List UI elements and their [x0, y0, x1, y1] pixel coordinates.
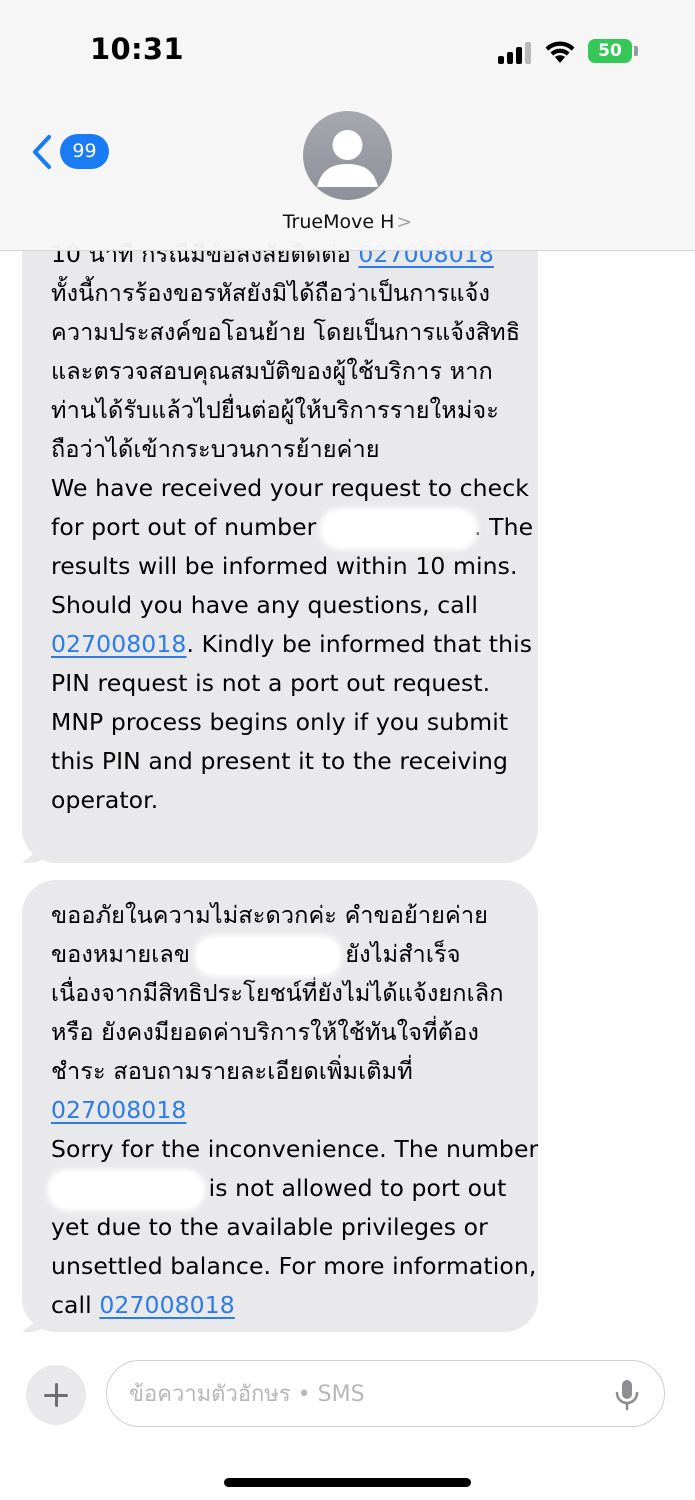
- message-input[interactable]: [129, 1375, 589, 1413]
- message-line: Should you have any questions, call: [51, 586, 531, 625]
- message-text-run: results will be informed within 10 mins.: [51, 552, 518, 580]
- message-line: หรือ ยังคงมียอดค่าบริการให้ใช้ทันใจที่ต้…: [51, 1013, 531, 1052]
- message-input-container[interactable]: [106, 1360, 665, 1427]
- message-line: is not allowed to port out: [51, 1169, 531, 1208]
- message-text-run: . Kindly be informed that this: [186, 630, 533, 658]
- message-line: เนื่องจากมีสิทธิประโยชน์ที่ยังไม่ได้แจ้ง…: [51, 974, 531, 1013]
- message-text-run: เนื่องจากมีสิทธิประโยชน์ที่ยังไม่ได้แจ้ง…: [51, 979, 504, 1007]
- plus-icon[interactable]: [26, 1365, 86, 1425]
- phone-link[interactable]: 027008018: [99, 1291, 234, 1319]
- message-line: ความประสงค์ขอโอนย้าย โดยเป็นการแจ้งสิทธิ: [51, 313, 531, 352]
- contact-avatar-icon[interactable]: [303, 111, 392, 200]
- message-text-run: this PIN and present it to the receiving: [51, 747, 509, 775]
- message-text-run: ท่านได้รับแล้วไปยื่นต่อผู้ให้บริการรายให…: [51, 396, 500, 424]
- message-text-run: Should you have any questions, call: [51, 591, 479, 619]
- redacted-number: [51, 1172, 201, 1207]
- message-line: this PIN and present it to the receiving: [51, 742, 531, 781]
- message-line: operator.: [51, 781, 531, 820]
- message-text-run: ยังไม่สำเร็จ: [337, 940, 461, 968]
- message-line: ทั้งนี้การร้องขอรหัสยังมิได้ถือว่าเป็นกา…: [51, 274, 531, 313]
- message-text-run: Sorry for the inconvenience. The number: [51, 1135, 539, 1163]
- conversation-header: 10:31 50 99 TrueMove H >: [0, 0, 695, 251]
- cellular-signal-icon: [498, 42, 534, 64]
- message-line: ของหมายเลข ยังไม่สำเร็จ: [51, 935, 531, 974]
- message-line: We have received your request to check: [51, 469, 531, 508]
- battery-cap: [634, 46, 638, 56]
- message-text-run: ของหมายเลข: [51, 940, 198, 968]
- message-text-run: MNP process begins only if you submit: [51, 708, 509, 736]
- message-line: 027008018. Kindly be informed that this: [51, 625, 533, 664]
- chevron-right-icon: >: [396, 211, 413, 233]
- message-text-run: is not allowed to port out: [201, 1174, 507, 1202]
- message-text-run: unsettled balance. For more information,: [51, 1252, 537, 1280]
- message-line: PIN request is not a port out request.: [51, 664, 531, 703]
- message-line: unsettled balance. For more information,: [51, 1247, 536, 1286]
- back-chevron-icon[interactable]: [30, 134, 54, 170]
- redacted-number: [324, 511, 474, 546]
- message-text-run: ความประสงค์ขอโอนย้าย โดยเป็นการแจ้งสิทธิ: [51, 318, 521, 346]
- phone-link[interactable]: 027008018: [51, 1096, 186, 1124]
- message-line: ถือว่าได้เข้ากระบวนการย้ายค่าย: [51, 430, 531, 469]
- message-line: ท่านได้รับแล้วไปยื่นต่อผู้ให้บริการรายให…: [51, 391, 531, 430]
- message-text-run: ทั้งนี้การร้องขอรหัสยังมิได้ถือว่าเป็นกา…: [51, 279, 491, 307]
- redacted-number: [197, 938, 338, 973]
- message-line: 027008018: [51, 1091, 531, 1130]
- message-line: Sorry for the inconvenience. The number: [51, 1130, 538, 1169]
- battery-level: 50: [598, 41, 622, 61]
- unread-badge[interactable]: 99: [60, 134, 109, 169]
- message-line: ชำระ สอบถามรายละเอียดเพิ่มเติมที่: [51, 1052, 531, 1091]
- message-text-run: . The: [474, 513, 534, 541]
- message-text-run: for port out of number: [51, 513, 324, 541]
- status-time: 10:31: [90, 32, 184, 66]
- message-line: ขออภัยในความไม่สะดวกค่ะ คำขอย้ายค่าย: [51, 896, 531, 935]
- wifi-icon: [545, 41, 575, 63]
- message-1-text: 10 นาที กรณีมีข้อสงสัยติดต่อ 027008018 ทั…: [51, 235, 534, 820]
- message-line: for port out of number . The: [51, 508, 534, 547]
- message-text-run: We have received your request to check: [51, 474, 529, 502]
- phone-link[interactable]: 027008018: [51, 630, 186, 658]
- microphone-icon[interactable]: [614, 1379, 640, 1411]
- message-bubble-1[interactable]: 10 นาที กรณีมีข้อสงสัยติดต่อ 027008018 ทั…: [22, 196, 538, 863]
- message-line: call 027008018: [51, 1286, 531, 1325]
- message-text-run: ขออภัยในความไม่สะดวกค่ะ คำขอย้ายค่าย: [51, 901, 488, 929]
- message-text-run: yet due to the available privileges or: [51, 1213, 488, 1241]
- message-line: yet due to the available privileges or: [51, 1208, 531, 1247]
- message-bubble-2[interactable]: ขออภัยในความไม่สะดวกค่ะ คำขอย้ายค่ายของห…: [22, 880, 538, 1332]
- contact-name-label: TrueMove H: [282, 211, 395, 233]
- message-line: MNP process begins only if you submit: [51, 703, 531, 742]
- message-text-run: ถือว่าได้เข้ากระบวนการย้ายค่าย: [51, 435, 380, 463]
- message-line: และตรวจสอบคุณสมบัติของผู้ใช้บริการ หาก: [51, 352, 531, 391]
- message-text-run: และตรวจสอบคุณสมบัติของผู้ใช้บริการ หาก: [51, 357, 493, 385]
- message-text-run: PIN request is not a port out request.: [51, 669, 491, 697]
- message-line: results will be informed within 10 mins.: [51, 547, 531, 586]
- message-text-run: ชำระ สอบถามรายละเอียดเพิ่มเติมที่: [51, 1057, 413, 1085]
- message-2-text: ขออภัยในความไม่สะดวกค่ะ คำขอย้ายค่ายของห…: [51, 896, 538, 1325]
- message-text-run: หรือ ยังคงมียอดค่าบริการให้ใช้ทันใจที่ต้…: [51, 1018, 479, 1046]
- battery-icon: 50: [588, 39, 632, 63]
- message-text-run: operator.: [51, 786, 159, 814]
- contact-name[interactable]: TrueMove H >: [0, 211, 695, 233]
- home-indicator: [224, 1478, 471, 1487]
- message-text-run: call: [51, 1291, 100, 1319]
